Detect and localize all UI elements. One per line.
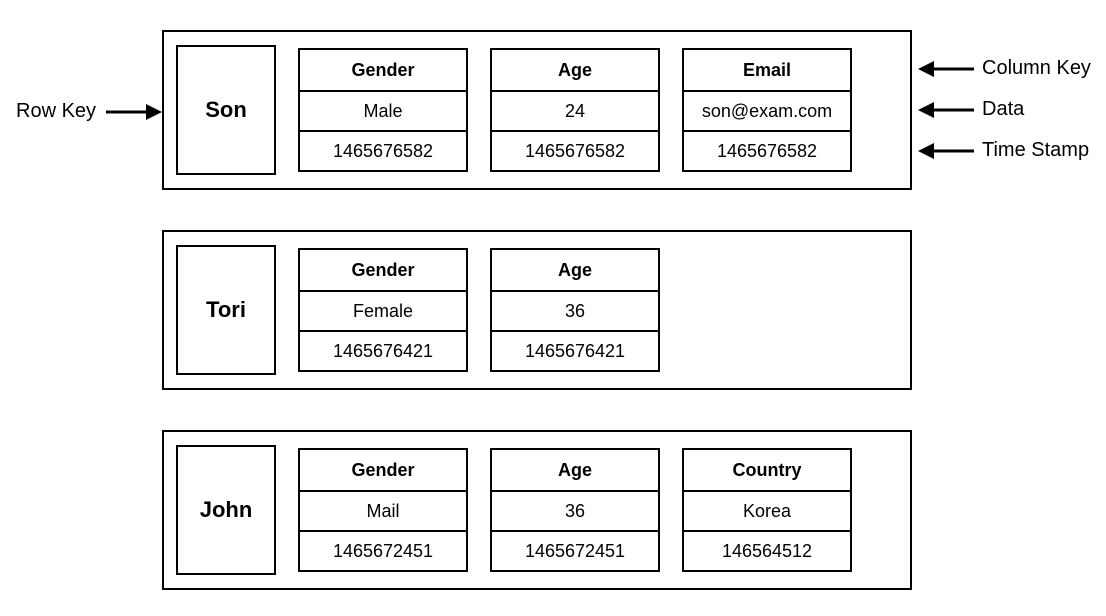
row-3: John Gender Mail 1465672451 Age 36 14656…: [162, 430, 912, 590]
data-cell: 36: [492, 290, 658, 330]
column-key-cell: Email: [684, 50, 850, 90]
arrow-row-key-icon: [106, 100, 162, 124]
data-cell: Mail: [300, 490, 466, 530]
data-cell: Korea: [684, 490, 850, 530]
column-box: Gender Male 1465676582: [298, 48, 468, 172]
row-key-text: John: [200, 497, 253, 523]
column-box: Age 36 1465672451: [490, 448, 660, 572]
row-2: Tori Gender Female 1465676421 Age 36 146…: [162, 230, 912, 390]
column-key-cell: Gender: [300, 50, 466, 90]
column-box: Gender Mail 1465672451: [298, 448, 468, 572]
label-row-key: Row Key: [16, 100, 96, 123]
arrow-column-key-icon: [918, 57, 974, 81]
row-key-text: Son: [205, 97, 247, 123]
data-cell: Male: [300, 90, 466, 130]
column-box: Country Korea 146564512: [682, 448, 852, 572]
row-1: Son Gender Male 1465676582 Age 24 146567…: [162, 30, 912, 190]
row-key-box: Son: [176, 45, 276, 175]
column-box: Age 36 1465676421: [490, 248, 660, 372]
timestamp-cell: 1465672451: [492, 530, 658, 570]
column-box: Email son@exam.com 1465676582: [682, 48, 852, 172]
row-key-text: Tori: [206, 297, 246, 323]
column-key-cell: Age: [492, 450, 658, 490]
arrow-timestamp-icon: [918, 139, 974, 163]
data-cell: 24: [492, 90, 658, 130]
column-key-cell: Age: [492, 50, 658, 90]
timestamp-cell: 1465672451: [300, 530, 466, 570]
timestamp-cell: 1465676421: [492, 330, 658, 370]
label-timestamp: Time Stamp: [982, 139, 1089, 162]
data-cell: Female: [300, 290, 466, 330]
timestamp-cell: 1465676582: [300, 130, 466, 170]
column-key-cell: Gender: [300, 450, 466, 490]
column-key-cell: Gender: [300, 250, 466, 290]
timestamp-cell: 1465676582: [492, 130, 658, 170]
data-cell: 36: [492, 490, 658, 530]
row-key-box: Tori: [176, 245, 276, 375]
column-key-cell: Age: [492, 250, 658, 290]
label-data: Data: [982, 98, 1024, 121]
row-key-box: John: [176, 445, 276, 575]
data-cell: son@exam.com: [684, 90, 850, 130]
column-box: Age 24 1465676582: [490, 48, 660, 172]
timestamp-cell: 1465676582: [684, 130, 850, 170]
timestamp-cell: 146564512: [684, 530, 850, 570]
label-column-key: Column Key: [982, 57, 1091, 80]
timestamp-cell: 1465676421: [300, 330, 466, 370]
arrow-data-icon: [918, 98, 974, 122]
column-box: Gender Female 1465676421: [298, 248, 468, 372]
diagram-canvas: Son Gender Male 1465676582 Age 24 146567…: [10, 20, 1096, 596]
column-key-cell: Country: [684, 450, 850, 490]
